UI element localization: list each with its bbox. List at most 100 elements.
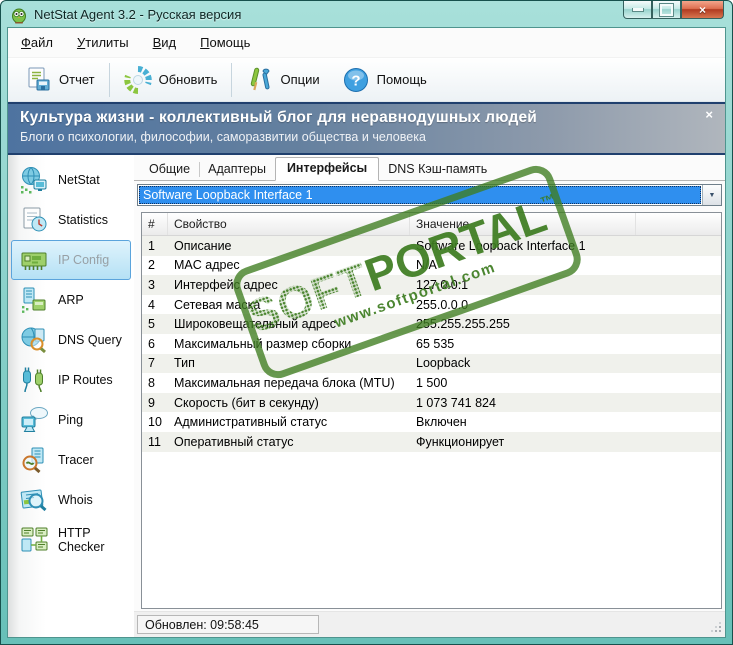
table-row[interactable]: 2 MAC адрес N/A: [142, 256, 721, 276]
maximize-button[interactable]: [652, 1, 681, 19]
sidebar-item-label: ARP: [58, 293, 84, 307]
close-icon: ×: [698, 2, 706, 17]
sidebar-item-label: NetStat: [58, 173, 100, 187]
app-window: NetStat Agent 3.2 - Русская версия × Фай…: [0, 0, 733, 645]
refresh-icon: [123, 65, 152, 94]
sidebar-item-statistics[interactable]: Statistics: [11, 200, 131, 240]
chevron-down-icon: ▼: [708, 191, 716, 199]
ad-banner-title: Культура жизни - коллективный блог для н…: [20, 109, 538, 126]
tab-interfaces[interactable]: Интерфейсы: [274, 157, 380, 181]
table-row[interactable]: 3 Интерфейс адрес 127.0.0.1: [142, 275, 721, 295]
sidebar-item-label: IP Routes: [58, 373, 113, 387]
window-controls: ×: [623, 1, 724, 19]
toolbar-separator: [231, 62, 233, 97]
options-label: Опции: [280, 72, 320, 87]
main-panel: Общие Адаптеры Интерфейсы DNS Кэш-память…: [134, 155, 725, 637]
netstat-icon: [21, 167, 47, 194]
minimize-button[interactable]: [623, 1, 652, 19]
table-row[interactable]: 5 Широковещательный адрес 255.255.255.255: [142, 314, 721, 334]
column-header-empty: [636, 213, 721, 235]
table-row[interactable]: 1 Описание Software Loopback Interface 1: [142, 236, 721, 256]
ad-banner-subtitle: Блоги о психологии, философии, саморазви…: [20, 130, 426, 144]
menu-utilities[interactable]: Утилиты: [77, 35, 129, 50]
tab-adapters[interactable]: Адаптеры: [199, 159, 275, 180]
options-button[interactable]: Опции: [235, 66, 330, 93]
report-button[interactable]: Отчет: [14, 66, 106, 93]
sidebar-item-label: DNS Query: [58, 333, 122, 347]
sidebar-nav: NetStat Statistics IP Config ARP DNS Que…: [8, 155, 134, 637]
report-icon: [28, 67, 50, 91]
sidebar-item-http-checker[interactable]: HTTP Checker: [11, 520, 131, 560]
interface-select-row: Software Loopback Interface 1 ▼: [134, 181, 725, 206]
sidebar-item-label: IP Config: [58, 253, 110, 267]
menu-help[interactable]: Помощь: [200, 35, 250, 50]
tab-strip: Общие Адаптеры Интерфейсы DNS Кэш-память: [134, 155, 725, 181]
column-header-value[interactable]: Значение: [410, 213, 636, 235]
table-row[interactable]: 9 Скорость (бит в секунду) 1 073 741 824: [142, 392, 721, 413]
toolbar-separator: [108, 62, 110, 97]
table-row[interactable]: 10 Административный статус Включен: [142, 412, 721, 432]
interface-select-value[interactable]: Software Loopback Interface 1: [139, 186, 701, 204]
help-button[interactable]: ? Помощь: [331, 66, 438, 94]
help-label: Помощь: [376, 72, 427, 87]
status-bar: Обновлен: 09:58:45: [134, 611, 725, 637]
sidebar-item-whois[interactable]: Whois: [11, 480, 131, 520]
whois-icon: [20, 489, 47, 512]
menu-file[interactable]: Файл: [21, 35, 53, 50]
svg-text:?: ?: [351, 72, 360, 89]
help-icon: ?: [343, 67, 368, 92]
toolbar: Отчет Обновить Опции ? Помощь: [8, 57, 725, 102]
maximize-icon: [660, 3, 673, 16]
app-logo-owl-icon: [12, 8, 26, 23]
ip-routes-icon: [23, 367, 43, 393]
column-header-num[interactable]: #: [142, 213, 168, 235]
sidebar-item-netstat[interactable]: NetStat: [11, 160, 131, 200]
table-row[interactable]: 4 Сетевая маска 255.0.0.0: [142, 295, 721, 315]
sidebar-item-dns-query[interactable]: DNS Query: [11, 320, 131, 360]
menu-bar: Файл Утилиты Вид Помощь: [8, 28, 725, 57]
dns-query-icon: [21, 327, 46, 354]
tab-general[interactable]: Общие: [140, 159, 199, 180]
sidebar-item-arp[interactable]: ARP: [11, 280, 131, 320]
tracer-icon: [22, 447, 44, 474]
ad-banner[interactable]: Культура жизни - коллективный блог для н…: [8, 102, 725, 155]
sidebar-item-label: Whois: [58, 493, 93, 507]
table-row[interactable]: 8 Максимальная передача блока (MTU) 1 500: [142, 373, 721, 393]
table-row[interactable]: 7 Тип Loopback: [142, 353, 721, 374]
table-row[interactable]: 11 Оперативный статус Функционирует: [142, 431, 721, 452]
refresh-button[interactable]: Обновить: [113, 65, 229, 94]
table-empty-area: [142, 451, 721, 608]
options-icon: [251, 67, 271, 91]
interface-select[interactable]: Software Loopback Interface 1 ▼: [137, 184, 722, 206]
table-header: # Свойство Значение: [142, 213, 721, 236]
status-updated-text: Обновлен: 09:58:45: [137, 615, 319, 634]
arp-icon: [22, 287, 46, 313]
minimize-icon: [631, 7, 644, 12]
resize-grip[interactable]: [710, 621, 722, 633]
sidebar-item-label: Ping: [58, 413, 84, 427]
sidebar-item-ping[interactable]: Ping: [11, 400, 131, 440]
menu-view[interactable]: Вид: [153, 35, 177, 50]
table-row[interactable]: 6 Максимальный размер сборки 65 535: [142, 334, 721, 354]
content-area: NetStat Statistics IP Config ARP DNS Que…: [8, 155, 725, 637]
statistics-icon: [23, 207, 47, 232]
sidebar-item-ip-routes[interactable]: IP Routes: [11, 360, 131, 400]
ad-banner-close-icon[interactable]: ×: [705, 107, 713, 122]
ipconfig-icon: [21, 252, 47, 270]
sidebar-item-label: Tracer: [58, 453, 94, 467]
tab-dns-cache[interactable]: DNS Кэш-память: [379, 159, 496, 180]
refresh-label: Обновить: [158, 72, 218, 87]
http-checker-icon: [21, 527, 48, 552]
properties-table: # Свойство Значение 1 Описание Software Lo…: [141, 212, 722, 609]
report-label: Отчет: [59, 72, 95, 87]
sidebar-item-label: Statistics: [58, 213, 109, 227]
client-area: Файл Утилиты Вид Помощь Отчет Обновить О…: [8, 28, 725, 637]
window-title: NetStat Agent 3.2 - Русская версия: [34, 7, 242, 22]
sidebar-item-tracer[interactable]: Tracer: [11, 440, 131, 480]
close-button[interactable]: ×: [681, 1, 724, 19]
column-header-property[interactable]: Свойство: [168, 213, 410, 235]
sidebar-item-ip-config[interactable]: IP Config: [11, 240, 131, 280]
combo-dropdown-button[interactable]: ▼: [702, 185, 721, 205]
sidebar-item-label: HTTP Checker: [58, 526, 105, 554]
ping-icon: [21, 407, 48, 432]
